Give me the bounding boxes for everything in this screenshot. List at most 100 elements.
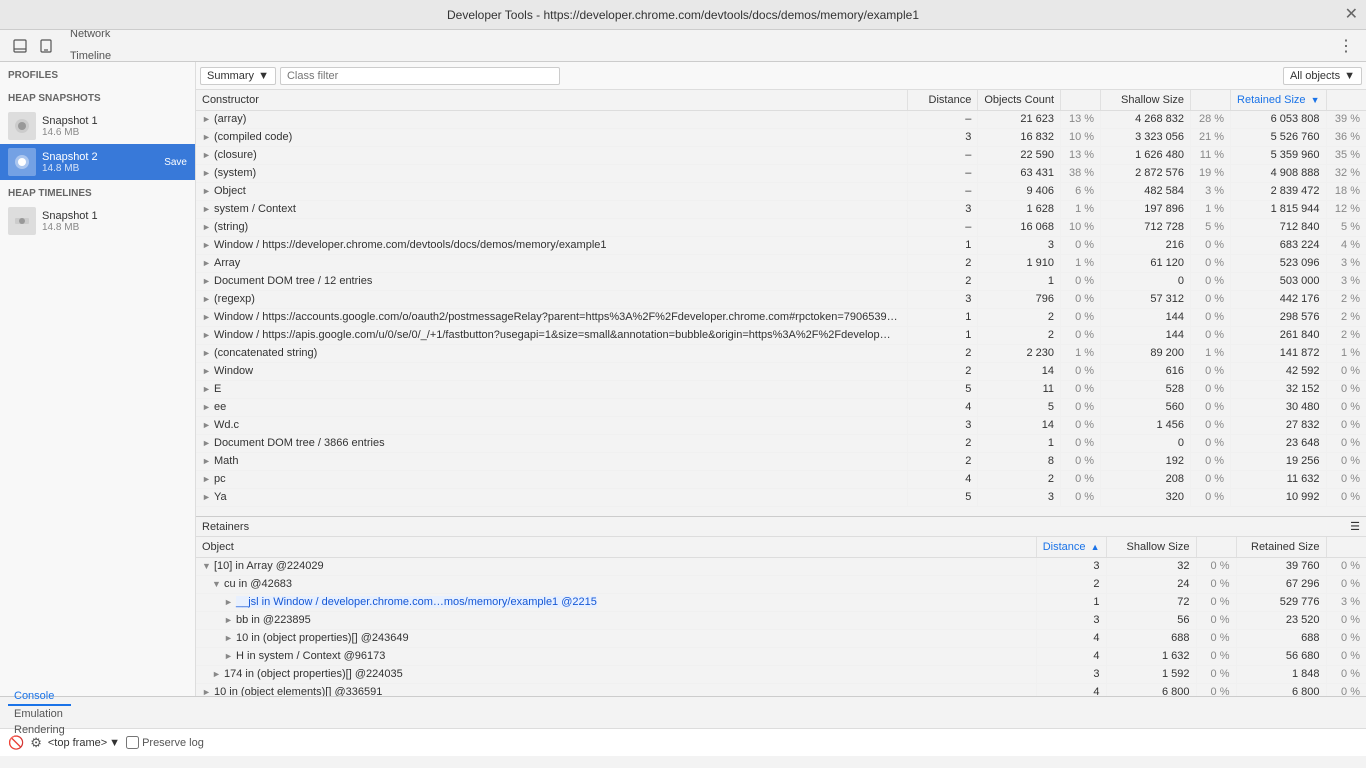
expand-icon[interactable]: ► [202, 312, 214, 322]
cell-constructor: ►Wd.c [196, 416, 908, 434]
th-retained-size[interactable]: Retained Size ▼ [1231, 90, 1326, 110]
dock-icon[interactable] [8, 34, 32, 58]
bottom-tab-console[interactable]: Console [8, 688, 71, 706]
expand-icon[interactable]: ► [202, 456, 214, 466]
expand-icon[interactable]: ▼ [202, 561, 214, 571]
retainers-row[interactable]: ►10 in (object elements)[] @336591 4 6 8… [196, 683, 1366, 696]
rth-retained-size[interactable]: Retained Size [1236, 537, 1326, 557]
expand-icon[interactable]: ► [202, 492, 214, 502]
expand-icon[interactable]: ► [202, 150, 214, 160]
expand-icon[interactable]: ► [202, 330, 214, 340]
cell-objects-count: 3 [978, 236, 1061, 254]
clear-console-icon[interactable]: 🚫 [8, 735, 24, 751]
table-row[interactable]: ►Window / https://apis.google.com/u/0/se… [196, 326, 1366, 344]
cell-objects-count: 21 623 [978, 110, 1061, 128]
retainers-table-body: ▼[10] in Array @224029 3 32 0 % 39 760 0… [196, 557, 1366, 696]
expand-icon[interactable]: ► [202, 687, 214, 696]
table-row[interactable]: ►(system) – 63 431 38 % 2 872 576 19 % 4… [196, 164, 1366, 182]
cell-shallow-pct: 3 % [1191, 182, 1231, 200]
expand-icon[interactable]: ► [224, 597, 236, 607]
table-row[interactable]: ►(closure) – 22 590 13 % 1 626 480 11 % … [196, 146, 1366, 164]
expand-icon[interactable]: ► [202, 366, 214, 376]
preserve-log-checkbox[interactable] [126, 736, 139, 749]
cell-shallow-pct: 28 % [1191, 110, 1231, 128]
retainers-row[interactable]: ►bb in @223895 3 56 0 % 23 520 0 % [196, 611, 1366, 629]
expand-icon[interactable]: ► [202, 474, 214, 484]
preserve-log-label[interactable]: Preserve log [126, 736, 204, 749]
table-row[interactable]: ►(regexp) 3 796 0 % 57 312 0 % 442 176 2… [196, 290, 1366, 308]
retainers-row[interactable]: ▼[10] in Array @224029 3 32 0 % 39 760 0… [196, 557, 1366, 575]
table-row[interactable]: ►Wd.c 3 14 0 % 1 456 0 % 27 832 0 % [196, 416, 1366, 434]
rth-distance[interactable]: Distance ▲ [1036, 537, 1106, 557]
summary-select[interactable]: Summary ▼ [200, 67, 276, 85]
cell-retained-pct: 0 % [1326, 470, 1366, 488]
sidebar-timeline-snapshot[interactable]: Snapshot 1 14.8 MB [0, 203, 195, 239]
table-row[interactable]: ►Window / https://developer.chrome.com/d… [196, 236, 1366, 254]
filter-icon[interactable]: ⚙ [30, 735, 42, 751]
expand-icon[interactable]: ► [202, 348, 214, 358]
table-row[interactable]: ►Window / https://accounts.google.com/o/… [196, 308, 1366, 326]
cell-distance: 3 [908, 290, 978, 308]
expand-icon[interactable]: ▼ [212, 579, 224, 589]
rth-shallow-size[interactable]: Shallow Size [1106, 537, 1196, 557]
frame-select[interactable]: <top frame> ▼ [48, 737, 120, 749]
retainers-row[interactable]: ►__jsl in Window / developer.chrome.com…… [196, 593, 1366, 611]
expand-icon[interactable]: ► [224, 633, 236, 643]
expand-icon[interactable]: ► [202, 276, 214, 286]
device-icon[interactable] [34, 34, 58, 58]
table-row[interactable]: ►(concatenated string) 2 2 230 1 % 89 20… [196, 344, 1366, 362]
close-button[interactable]: ✕ [1345, 7, 1358, 23]
th-distance[interactable]: Distance [908, 90, 978, 110]
snapshot-save-btn[interactable]: Save [164, 157, 187, 168]
retainers-row[interactable]: ►H in system / Context @96173 4 1 632 0 … [196, 647, 1366, 665]
retainers-row[interactable]: ►10 in (object properties)[] @243649 4 6… [196, 629, 1366, 647]
table-row[interactable]: ►Array 2 1 910 1 % 61 120 0 % 523 096 3 … [196, 254, 1366, 272]
table-row[interactable]: ►Ya 5 3 0 % 320 0 % 10 992 0 % [196, 488, 1366, 506]
table-row[interactable]: ►ee 4 5 0 % 560 0 % 30 480 0 % [196, 398, 1366, 416]
cell-objects-pct: 13 % [1061, 146, 1101, 164]
expand-icon[interactable]: ► [202, 222, 214, 232]
more-tools-icon[interactable]: ⋮ [1334, 36, 1358, 56]
retainers-row[interactable]: ►174 in (object properties)[] @224035 3 … [196, 665, 1366, 683]
expand-icon[interactable]: ► [202, 132, 214, 142]
th-objects-count[interactable]: Objects Count [978, 90, 1061, 110]
table-row[interactable]: ►Document DOM tree / 12 entries 2 1 0 % … [196, 272, 1366, 290]
retainers-menu-icon[interactable]: ☰ [1350, 520, 1360, 533]
summary-arrow: ▼ [258, 70, 269, 82]
expand-icon[interactable]: ► [202, 186, 214, 196]
class-filter-input[interactable] [280, 67, 560, 85]
heap-toolbar: Summary ▼ All objects ▼ [196, 62, 1366, 90]
expand-icon[interactable]: ► [202, 402, 214, 412]
expand-icon[interactable]: ► [202, 114, 214, 124]
expand-icon[interactable]: ► [202, 420, 214, 430]
bottom-tab-emulation[interactable]: Emulation [8, 706, 71, 722]
retainers-row[interactable]: ▼cu in @42683 2 24 0 % 67 296 0 % [196, 575, 1366, 593]
rth-object[interactable]: Object [196, 537, 1036, 557]
table-row[interactable]: ►(array) – 21 623 13 % 4 268 832 28 % 6 … [196, 110, 1366, 128]
expand-icon[interactable]: ► [202, 204, 214, 214]
expand-icon[interactable]: ► [202, 240, 214, 250]
expand-icon[interactable]: ► [202, 258, 214, 268]
table-row[interactable]: ►E 5 11 0 % 528 0 % 32 152 0 % [196, 380, 1366, 398]
all-objects-select[interactable]: All objects ▼ [1283, 67, 1362, 85]
table-row[interactable]: ►(compiled code) 3 16 832 10 % 3 323 056… [196, 128, 1366, 146]
retainer-link[interactable]: __jsl in Window / developer.chrome.com…m… [236, 596, 597, 608]
expand-icon[interactable]: ► [202, 168, 214, 178]
expand-icon[interactable]: ► [202, 384, 214, 394]
table-row[interactable]: ►Document DOM tree / 3866 entries 2 1 0 … [196, 434, 1366, 452]
table-row[interactable]: ►pc 4 2 0 % 208 0 % 11 632 0 % [196, 470, 1366, 488]
expand-icon[interactable]: ► [224, 615, 236, 625]
th-constructor[interactable]: Constructor [196, 90, 908, 110]
table-row[interactable]: ►(string) – 16 068 10 % 712 728 5 % 712 … [196, 218, 1366, 236]
table-row[interactable]: ►Object – 9 406 6 % 482 584 3 % 2 839 47… [196, 182, 1366, 200]
table-row[interactable]: ►system / Context 3 1 628 1 % 197 896 1 … [196, 200, 1366, 218]
expand-icon[interactable]: ► [202, 438, 214, 448]
sidebar-snapshot-snapshot-2[interactable]: Snapshot 2 14.8 MB Save [0, 144, 195, 180]
expand-icon[interactable]: ► [224, 651, 236, 661]
sidebar-snapshot-snapshot-1[interactable]: Snapshot 1 14.6 MB [0, 108, 195, 144]
table-row[interactable]: ►Math 2 8 0 % 192 0 % 19 256 0 % [196, 452, 1366, 470]
th-shallow-size[interactable]: Shallow Size [1101, 90, 1191, 110]
table-row[interactable]: ►Window 2 14 0 % 616 0 % 42 592 0 % [196, 362, 1366, 380]
expand-icon[interactable]: ► [202, 294, 214, 304]
expand-icon[interactable]: ► [212, 669, 224, 679]
